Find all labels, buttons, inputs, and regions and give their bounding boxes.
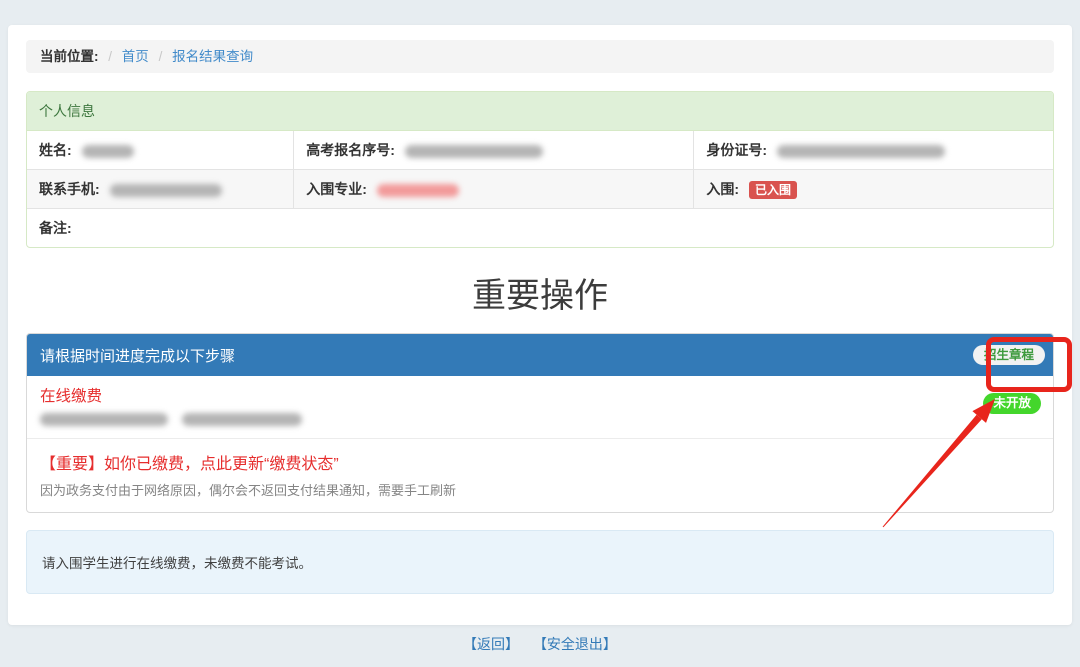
payment-dates-redacted [40,411,1040,429]
major-label: 入围专业: [306,181,367,197]
name-cell: 姓名: [27,131,294,170]
content-card: 当前位置: / 首页 / 报名结果查询 个人信息 姓名: 高考报名序号: 身份证… [8,25,1072,625]
update-payment-status-link[interactable]: 【重要】如你已缴费，点此更新“缴费状态” [40,450,1040,474]
major-value-redacted [377,184,459,197]
id-no-label: 身份证号: [706,142,767,158]
shortlist-cell: 入围: 已入围 [694,170,1053,209]
date-end-redacted [182,413,302,426]
id-no-value-redacted [777,145,945,158]
exam-no-label: 高考报名序号: [306,142,395,158]
page-title: 重要操作 [26,268,1054,317]
remark-label: 备注: [39,220,72,236]
update-payment-status-row: 【重要】如你已缴费，点此更新“缴费状态” 因为政务支付由于网络原因，偶尔会不返回… [27,439,1053,512]
steps-panel-header-text: 请根据时间进度完成以下步骤 [40,345,235,366]
online-payment-step-row: 在线缴费 未开放 [27,376,1053,439]
personal-info-panel: 个人信息 姓名: 高考报名序号: 身份证号: 联系手机: [26,91,1054,248]
update-payment-status-note: 因为政务支付由于网络原因，偶尔会不返回支付结果通知，需要手工刷新 [40,480,1040,499]
personal-info-table: 姓名: 高考报名序号: 身份证号: 联系手机: 入围专业: [27,131,1053,247]
breadcrumb-separator: / [108,49,112,64]
exam-no-value-redacted [405,145,543,158]
phone-value-redacted [110,184,222,197]
back-link[interactable]: 【返回】 [463,636,519,652]
shortlist-label: 入围: [706,181,739,197]
table-row: 姓名: 高考报名序号: 身份证号: [27,131,1053,170]
breadcrumb: 当前位置: / 首页 / 报名结果查询 [26,40,1054,73]
breadcrumb-separator: / [159,49,163,64]
shortlist-status-badge: 已入围 [749,181,797,199]
remark-cell: 备注: [27,209,1053,248]
online-payment-link[interactable]: 在线缴费 [40,384,102,406]
breadcrumb-label: 当前位置: [40,49,99,64]
breadcrumb-link-home[interactable]: 首页 [122,49,149,64]
steps-panel: 请根据时间进度完成以下步骤 招生章程 在线缴费 未开放 【重要】如你已缴费，点此… [26,333,1054,513]
steps-panel-header: 请根据时间进度完成以下步骤 招生章程 [27,334,1053,376]
name-value-redacted [82,145,134,158]
personal-info-title: 个人信息 [27,92,1053,131]
id-no-cell: 身份证号: [694,131,1053,170]
breadcrumb-link-current[interactable]: 报名结果查询 [172,49,253,64]
exam-no-cell: 高考报名序号: [294,131,694,170]
table-row: 备注: [27,209,1053,248]
registration-result-page: { "page": { "breadcrumb": { "label": "当前… [0,0,1080,667]
phone-cell: 联系手机: [27,170,294,209]
name-label: 姓名: [39,142,72,158]
major-cell: 入围专业: [294,170,694,209]
payment-status-badge: 未开放 [983,393,1041,414]
table-row: 联系手机: 入围专业: 入围: 已入围 [27,170,1053,209]
payment-notice: 请入围学生进行在线缴费，未缴费不能考试。 [26,530,1054,594]
logout-link[interactable]: 【安全退出】 [533,636,617,652]
date-start-redacted [40,413,168,426]
admission-charter-button[interactable]: 招生章程 [973,345,1045,366]
footer-links: 【返回】 【安全退出】 [26,634,1054,654]
phone-label: 联系手机: [39,181,100,197]
